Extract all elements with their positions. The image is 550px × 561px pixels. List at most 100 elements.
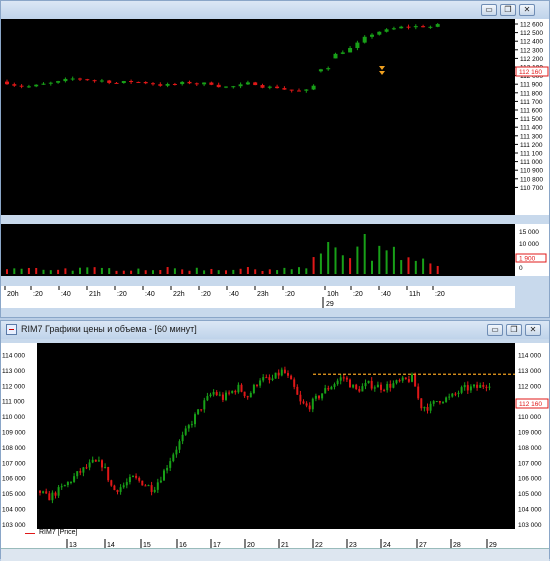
- minimize-button[interactable]: ▭: [487, 324, 503, 336]
- candle-body: [141, 480, 144, 486]
- bottom-price-chart[interactable]: [37, 343, 515, 529]
- candle-body: [85, 467, 88, 469]
- candle-body: [256, 384, 258, 386]
- candle-body: [63, 485, 66, 487]
- candle-body: [290, 375, 293, 380]
- current-price-badge: 112 160: [519, 401, 542, 408]
- candle-body: [311, 85, 316, 90]
- date-label: 29: [326, 301, 334, 308]
- candle-body: [460, 387, 463, 393]
- candle-body: [252, 384, 255, 394]
- candle-body: [190, 424, 193, 426]
- candle-body: [311, 398, 314, 410]
- candle-body: [206, 396, 209, 401]
- candle-body: [287, 373, 289, 376]
- current-price-badge: 112 160: [519, 69, 542, 76]
- candle-body: [12, 84, 17, 86]
- time-tick-label: :20: [285, 291, 295, 298]
- candle-body: [200, 409, 203, 411]
- time-tick-label: :40: [229, 291, 239, 298]
- time-tick-label: :40: [61, 291, 71, 298]
- window-title: RIM7 Графики цены и объема - [60 минут]: [21, 324, 197, 334]
- time-tick-label: 20h: [7, 291, 19, 298]
- volume-bar: [414, 260, 417, 274]
- price-tick-label: 111 000: [520, 159, 543, 166]
- candle-body: [165, 84, 170, 86]
- bottom-price-pane[interactable]: [37, 343, 515, 529]
- time-tick-label: :40: [145, 291, 155, 298]
- candle-body: [172, 84, 177, 86]
- candle-body: [159, 480, 162, 483]
- price-tick-label: 111 900: [520, 82, 543, 89]
- volume-tick-label: 15 000: [519, 229, 539, 236]
- volume-bar: [239, 268, 242, 274]
- candle-body: [355, 384, 358, 390]
- candle-body: [19, 85, 24, 87]
- volume-bar: [20, 268, 23, 274]
- restore-button[interactable]: ❐: [506, 324, 522, 336]
- left-price-tick: 104 000: [2, 507, 26, 514]
- candle-body: [321, 393, 324, 399]
- candle-body: [473, 384, 475, 387]
- price-tick-label: 111 600: [520, 108, 543, 115]
- restore-button[interactable]: ❐: [500, 4, 516, 16]
- volume-bar: [159, 270, 162, 274]
- candle-body: [333, 384, 336, 387]
- volume-bar: [341, 255, 344, 274]
- top-volume-chart[interactable]: [1, 224, 515, 276]
- horizontal-scrollbar[interactable]: [1, 548, 549, 561]
- candle-body: [138, 477, 141, 481]
- volume-bar: [254, 269, 257, 274]
- volume-badge: 1 900: [519, 256, 536, 263]
- candle-body: [104, 466, 107, 468]
- candle-body: [184, 428, 187, 435]
- candle-body: [262, 377, 265, 381]
- candle-body: [327, 388, 330, 390]
- candle-body: [143, 82, 148, 84]
- candle-body: [466, 385, 469, 391]
- top-price-pane[interactable]: [1, 19, 515, 215]
- candle-body: [202, 82, 207, 85]
- candle-body: [362, 36, 367, 43]
- close-button[interactable]: ✕: [519, 4, 535, 16]
- chart-app-icon: [6, 324, 17, 335]
- candle-body: [114, 82, 119, 84]
- volume-bar: [108, 268, 111, 274]
- close-button[interactable]: ✕: [525, 324, 541, 336]
- left-price-tick: 112 000: [2, 383, 25, 390]
- top-time-axis: 20h:20:40 21h:20:40 22h:20:40 23h:20 10h:20:…: [1, 286, 515, 308]
- candle-body: [253, 82, 258, 86]
- candle-body: [245, 82, 250, 85]
- left-price-tick: 110 000: [2, 414, 25, 421]
- candle-body: [178, 441, 181, 450]
- candle-body: [135, 475, 138, 478]
- volume-bar: [122, 270, 125, 274]
- left-price-tick: 109 000: [2, 430, 26, 437]
- bottom-chart-window: RIM7 Графики цены и объема - [60 минут] …: [0, 320, 550, 561]
- bottom-right-price-axis: 114 000113 000112 000111 000110 000109 0…: [515, 343, 549, 529]
- candle-body: [289, 89, 294, 91]
- minimize-button[interactable]: ▭: [481, 4, 497, 16]
- top-volume-pane[interactable]: [1, 224, 515, 276]
- top-price-chart[interactable]: [1, 19, 515, 215]
- volume-bar: [261, 270, 264, 274]
- candle-body: [411, 374, 413, 382]
- right-price-tick: 113 000: [518, 368, 541, 375]
- volume-bar: [144, 270, 147, 274]
- candle-body: [122, 485, 125, 488]
- right-price-tick: 103 000: [518, 522, 542, 529]
- candle-body: [370, 380, 373, 389]
- candle-body: [398, 380, 401, 382]
- volume-bar: [210, 268, 213, 274]
- volume-bar: [13, 268, 16, 274]
- price-tick-label: 112 200: [520, 56, 543, 63]
- candle-body: [407, 379, 410, 382]
- candle-body: [345, 377, 348, 380]
- price-tick-label: 111 400: [520, 125, 543, 132]
- candle-body: [78, 78, 82, 80]
- candle-body: [406, 26, 411, 28]
- candle-body: [340, 52, 345, 54]
- candle-body: [435, 401, 438, 403]
- legend-row: RIM7 [Price]: [1, 529, 549, 539]
- candle-body: [48, 493, 51, 501]
